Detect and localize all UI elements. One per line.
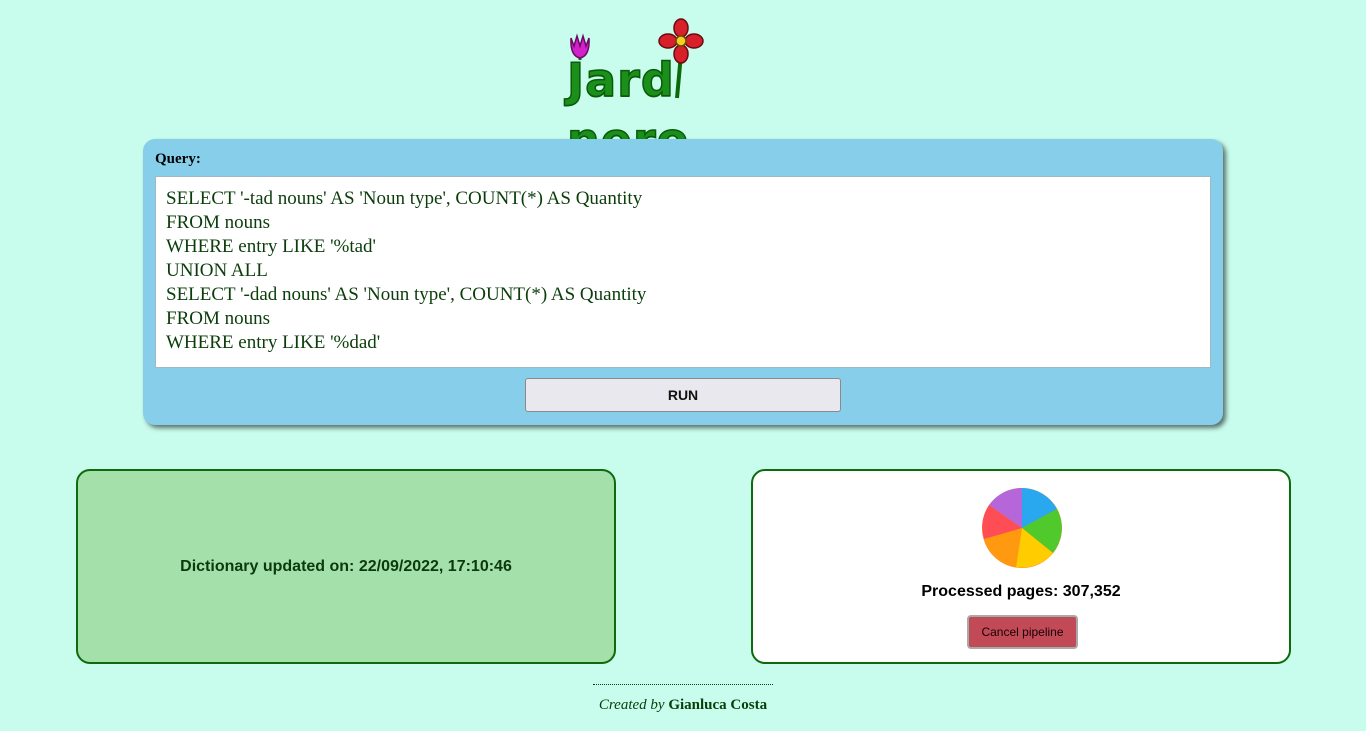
processed-pages-text: Processed pages: 307,352 xyxy=(921,583,1121,600)
query-label: Query: xyxy=(155,151,201,167)
page: Jardnero Query: SELECT '-tad nouns' AS '… xyxy=(0,0,1366,731)
cancel-pipeline-button[interactable]: Cancel pipeline xyxy=(967,615,1078,649)
logo-text-part1: Jard xyxy=(566,52,675,108)
app-logo: Jardnero xyxy=(563,16,803,168)
footer-created-by: Created by xyxy=(598,697,665,713)
query-textarea[interactable]: SELECT '-tad nouns' AS 'Noun type', COUN… xyxy=(155,176,1211,368)
dictionary-status-card: Dictionary updated on: 22/09/2022, 17:10… xyxy=(76,469,616,664)
run-button[interactable]: RUN xyxy=(525,378,841,412)
dictionary-updated-text: Dictionary updated on: 22/09/2022, 17:10… xyxy=(180,557,512,575)
query-panel: Query: SELECT '-tad nouns' AS 'Noun type… xyxy=(143,139,1223,425)
footer: Created by Gianluca Costa xyxy=(593,684,773,714)
pipeline-status-card: Processed pages: 307,352 Cancel pipeline xyxy=(751,469,1291,664)
spinner-icon xyxy=(982,487,1062,568)
footer-author: Gianluca Costa xyxy=(668,697,768,713)
